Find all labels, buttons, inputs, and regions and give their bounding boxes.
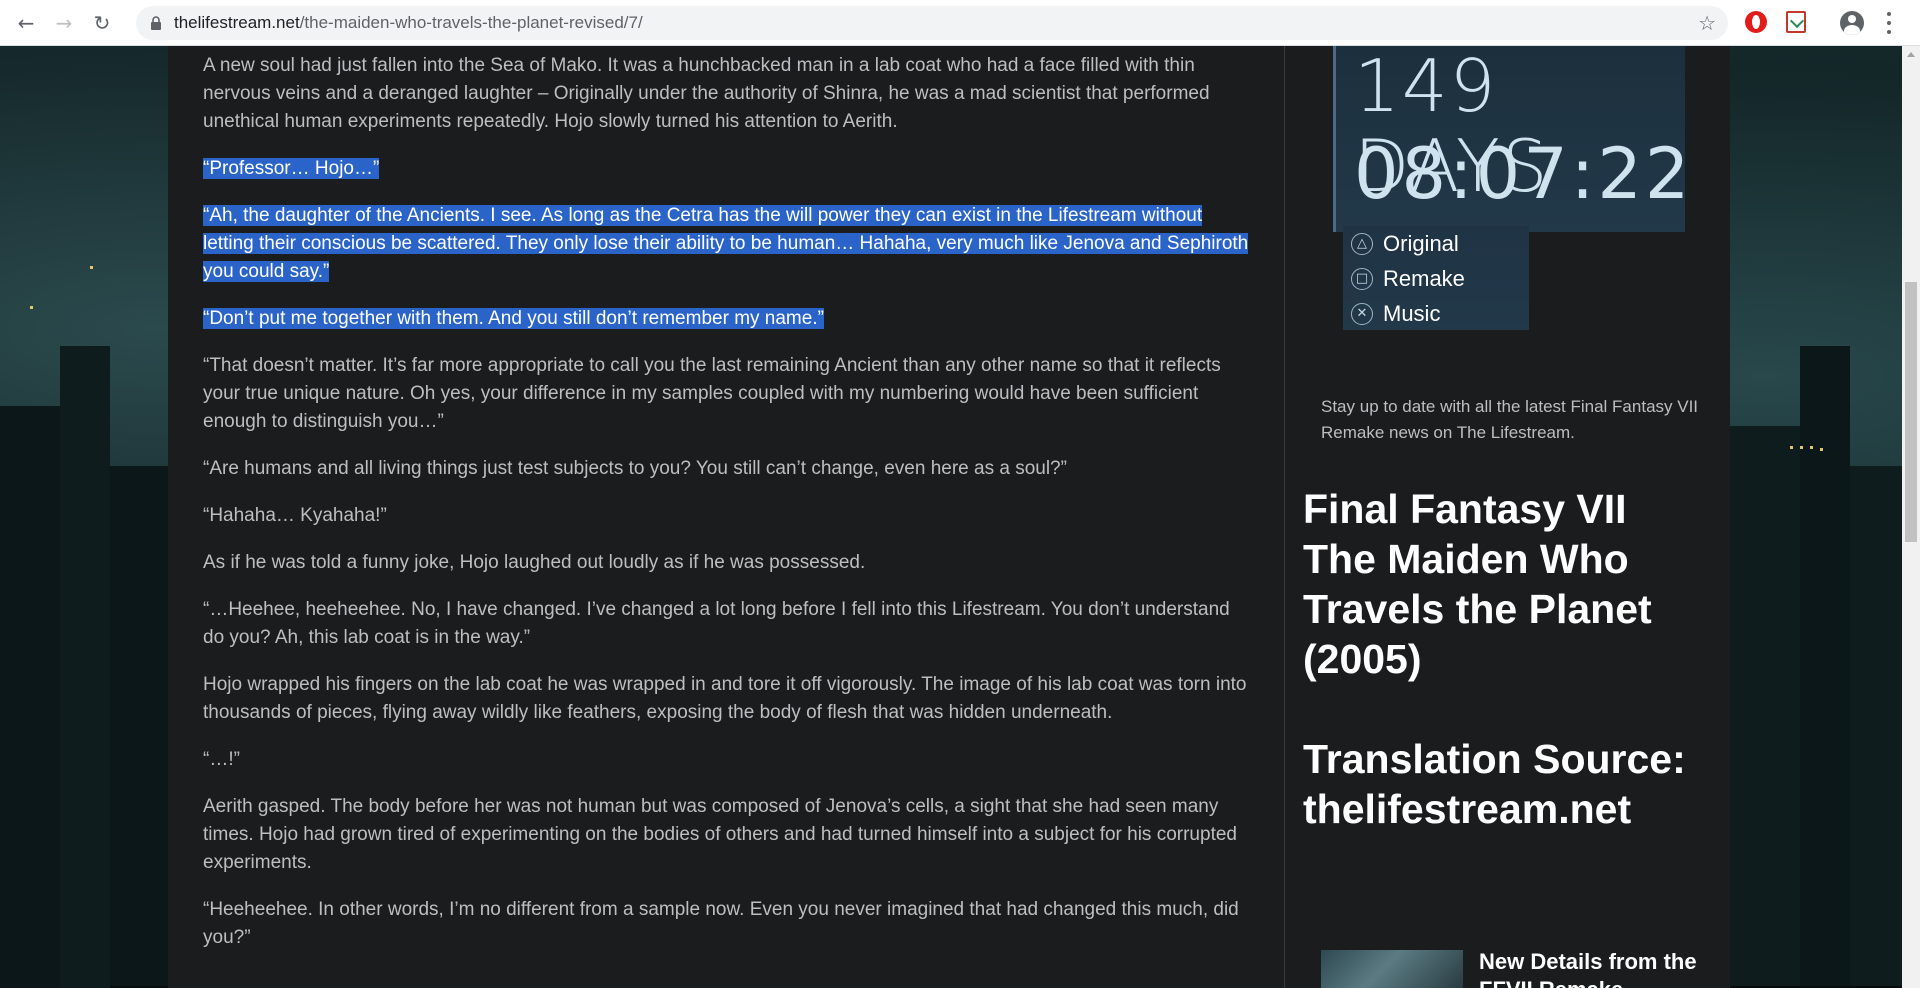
background-building	[110, 466, 168, 986]
reload-icon[interactable]: ↻	[90, 11, 114, 35]
address-bar[interactable]: thelifestream.net/the-maiden-who-travels…	[136, 6, 1728, 40]
promo-line: thelifestream.net	[1303, 786, 1632, 832]
promo-line: Travels the Planet	[1303, 586, 1652, 632]
forward-arrow-icon[interactable]: →	[52, 11, 76, 35]
paragraph-text: “That doesn’t matter. It’s far more appr…	[203, 355, 1221, 432]
article-paragraph: “That doesn’t matter. It’s far more appr…	[203, 352, 1253, 436]
paragraph-text: “…!”	[203, 749, 240, 770]
url-host: thelifestream.net	[174, 13, 300, 32]
background-light	[1800, 446, 1803, 449]
menu-item-original[interactable]: △ Original	[1343, 226, 1529, 261]
promo-heading: Final Fantasy VII The Maiden Who Travels…	[1303, 484, 1723, 834]
article-paragraph: Aerith gasped. The body before her was n…	[203, 793, 1253, 877]
profile-icon[interactable]	[1840, 11, 1864, 35]
paragraph-text: Hojo wrapped his fingers on the lab coat…	[203, 674, 1247, 723]
background-building	[0, 406, 60, 988]
paragraph-text: As if he was told a funny joke, Hojo lau…	[203, 552, 866, 573]
news-blurb: Stay up to date with all the latest Fina…	[1321, 397, 1699, 442]
selected-text: “Don’t put me together with them. And yo…	[203, 308, 824, 329]
pocket-extension-icon[interactable]	[1786, 11, 1806, 33]
article-body: A new soul had just fallen into the Sea …	[203, 52, 1253, 971]
promo-line: The Maiden Who	[1303, 536, 1629, 582]
background-building	[1800, 346, 1850, 986]
background-building	[60, 346, 110, 988]
article-content: A new soul had just fallen into the Sea …	[168, 46, 1284, 988]
article-paragraph: “Hahaha… Kyahaha!”	[203, 502, 1253, 530]
menu-item-label: Original	[1383, 230, 1459, 256]
square-icon: □	[1351, 267, 1373, 290]
background-building	[1850, 466, 1902, 986]
article-paragraph: Hojo wrapped his fingers on the lab coat…	[203, 671, 1253, 727]
article-paragraph: “Are humans and all living things just t…	[203, 455, 1253, 483]
bookmark-star-icon[interactable]: ☆	[1698, 11, 1716, 35]
paragraph-text: “Are humans and all living things just t…	[203, 458, 1067, 479]
article-paragraph: “Heeheehee. In other words, I’m no diffe…	[203, 896, 1253, 952]
cross-icon: ✕	[1351, 302, 1373, 325]
selected-text: “Ah, the daughter of the Ancients. I see…	[203, 205, 1249, 282]
scroll-up-arrow-icon[interactable]	[1907, 52, 1915, 57]
menu-item-music[interactable]: ✕ Music	[1343, 296, 1529, 331]
menu-item-remake[interactable]: □ Remake	[1343, 261, 1529, 296]
promo-line: Translation Source:	[1303, 736, 1686, 782]
paragraph-text: “…Heehee, heeheehee. No, I have changed.…	[203, 599, 1230, 648]
background-light	[1810, 446, 1813, 449]
selected-text: “Professor… Hojo…”	[203, 158, 380, 179]
background-building	[1730, 426, 1800, 986]
news-thumbnail[interactable]	[1321, 950, 1463, 988]
page-scrollbar[interactable]	[1902, 46, 1920, 988]
article-paragraph: “…Heehee, heeheehee. No, I have changed.…	[203, 596, 1253, 652]
opera-extension-icon[interactable]	[1745, 11, 1767, 33]
background-light	[90, 266, 93, 269]
menu-item-label: Remake	[1383, 265, 1465, 291]
scrollbar-thumb[interactable]	[1905, 282, 1917, 542]
triangle-icon: △	[1351, 232, 1373, 255]
article-paragraph: “Ah, the daughter of the Ancients. I see…	[203, 202, 1253, 286]
browser-toolbar: ← → ↻ thelifestream.net/the-maiden-who-t…	[0, 0, 1920, 46]
promo-line: (2005)	[1303, 636, 1422, 682]
article-paragraph: “Don’t put me together with them. And yo…	[203, 305, 1253, 333]
paragraph-text: A new soul had just fallen into the Sea …	[203, 55, 1210, 132]
article-paragraph: “Professor… Hojo…”	[203, 155, 1253, 183]
background-light	[30, 306, 33, 309]
menu-item-label: Music	[1383, 300, 1441, 326]
article-paragraph: “…!”	[203, 746, 1253, 774]
paragraph-text: Aerith gasped. The body before her was n…	[203, 796, 1237, 873]
background-light	[1790, 446, 1793, 449]
article-paragraph: A new soul had just fallen into the Sea …	[203, 52, 1253, 136]
promo-line: Final Fantasy VII	[1303, 486, 1627, 532]
paragraph-text: “Hahaha… Kyahaha!”	[203, 505, 387, 526]
url-text[interactable]: thelifestream.net/the-maiden-who-travels…	[174, 13, 643, 33]
countdown-time: 08:07:22	[1354, 133, 1693, 215]
sidebar: 149 DAYS 08:07:22 △ Original □ Remake ✕ …	[1284, 46, 1730, 988]
back-arrow-icon[interactable]: ←	[14, 11, 38, 35]
news-item-title[interactable]: New Details from the FFVII Remake	[1479, 948, 1699, 988]
background-light	[1820, 448, 1823, 451]
page-viewport: A new soul had just fallen into the Sea …	[0, 46, 1920, 988]
lock-icon	[150, 16, 162, 30]
paragraph-text: “Heeheehee. In other words, I’m no diffe…	[203, 899, 1239, 948]
release-countdown: 149 DAYS 08:07:22	[1333, 46, 1689, 232]
countdown-menu: △ Original □ Remake ✕ Music	[1343, 226, 1529, 330]
browser-menu-icon[interactable]	[1886, 12, 1892, 34]
url-path: /the-maiden-who-travels-the-planet-revis…	[299, 13, 643, 32]
article-paragraph: As if he was told a funny joke, Hojo lau…	[203, 549, 1253, 577]
